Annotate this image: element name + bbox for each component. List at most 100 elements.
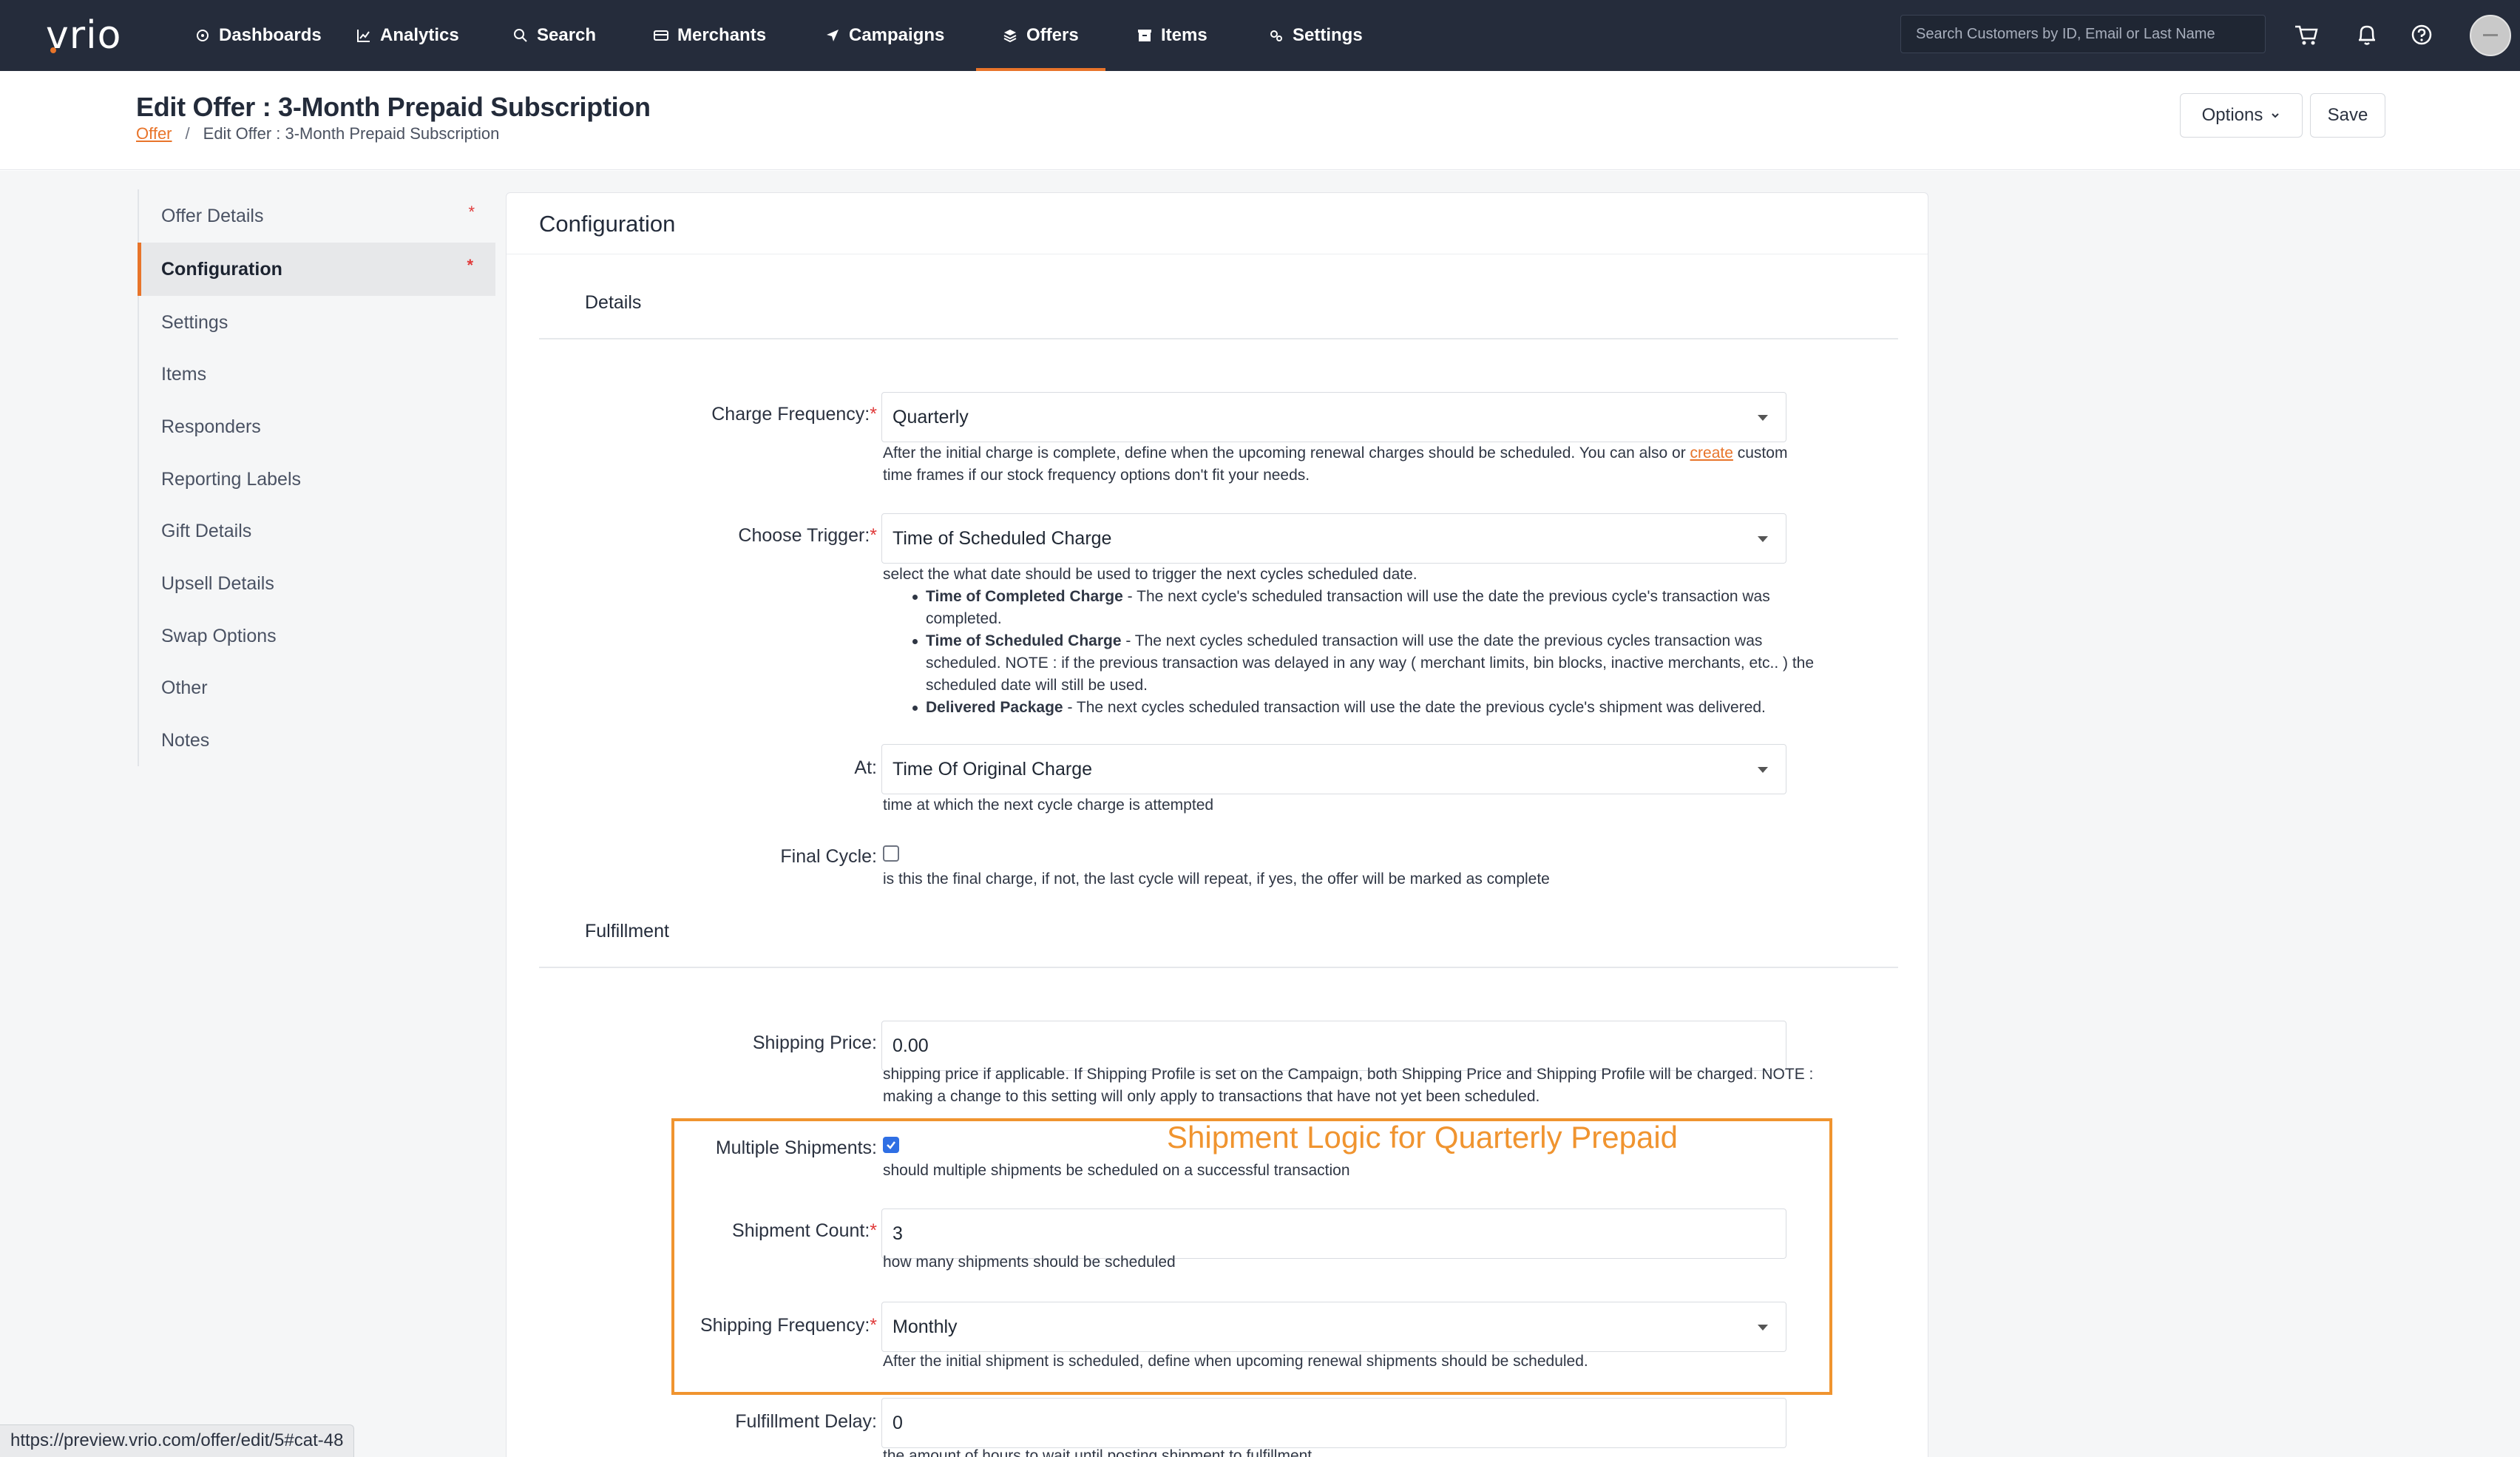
breadcrumb-current: Edit Offer : 3-Month Prepaid Subscriptio… [203, 124, 500, 143]
final-cycle-label: Final Cycle: [780, 846, 877, 867]
layers-icon [1003, 30, 1017, 43]
gears-icon [1270, 30, 1282, 41]
sidebar-item-label: Settings [161, 311, 228, 333]
nav-dashboards[interactable]: Dashboards [195, 0, 322, 71]
nav-search-label: Search [537, 25, 597, 45]
save-button[interactable]: Save [2310, 93, 2385, 138]
sidebar-item-label: Gift Details [161, 520, 252, 541]
nav-offers[interactable]: Offers [976, 0, 1105, 71]
create-frequency-link[interactable]: create [1690, 444, 1733, 462]
choose-trigger-select[interactable]: Time of Scheduled Charge [881, 513, 1786, 564]
caret-down-icon [1758, 536, 1768, 542]
bell-icon[interactable] [2353, 21, 2381, 49]
nav-campaigns[interactable]: Campaigns [825, 0, 944, 71]
final-cycle-checkbox[interactable] [883, 845, 899, 862]
shipping-frequency-select[interactable]: Monthly [881, 1302, 1786, 1352]
choose-trigger-value: Time of Scheduled Charge [892, 527, 1112, 549]
sidebar-item-label: Notes [161, 729, 210, 751]
sidebar-item-label: Reporting Labels [161, 468, 302, 490]
sidebar-item-swap-options[interactable]: Swap Options [139, 609, 497, 663]
breadcrumb-offer-link[interactable]: Offer [136, 124, 172, 143]
divider [539, 338, 1898, 339]
multiple-shipments-help: should multiple shipments be scheduled o… [883, 1162, 1350, 1179]
required-marker: * [468, 203, 475, 221]
nav-items-label: Items [1161, 25, 1208, 45]
nav-offers-label: Offers [1026, 25, 1079, 45]
sidebar-item-other[interactable]: Other [139, 661, 497, 714]
fulfillment-section-title: Fulfillment [585, 921, 669, 942]
nav-merchants-label: Merchants [677, 25, 767, 45]
shipping-frequency-value: Monthly [892, 1316, 958, 1337]
fulfillment-delay-value: 0 [892, 1412, 903, 1433]
shipment-count-value: 3 [892, 1223, 903, 1244]
trigger-options-list: Time of Completed Charge - The next cycl… [883, 586, 1911, 719]
nav-analytics-label: Analytics [380, 25, 459, 45]
page-header: Edit Offer : 3-Month Prepaid Subscriptio… [0, 71, 2520, 170]
charge-frequency-label: Charge Frequency:* [711, 404, 877, 425]
annotation-caption: Shipment Logic for Quarterly Prepaid [1167, 1120, 1679, 1155]
fulfillment-delay-input[interactable]: 0 [881, 1398, 1786, 1448]
shipment-count-help: how many shipments should be scheduled [883, 1254, 1176, 1271]
save-button-label: Save [2327, 105, 2368, 125]
offer-sidebar: Offer Details * Configuration * Settings… [138, 189, 495, 766]
choose-trigger-help: select the what date should be used to t… [883, 566, 1418, 583]
breadcrumb: Offer / Edit Offer : 3-Month Prepaid Sub… [136, 124, 499, 143]
checkmark-icon [887, 1141, 895, 1149]
panel-title: Configuration [539, 211, 676, 237]
list-item: Delivered Package - The next cycles sche… [883, 697, 1911, 719]
multiple-shipments-checkbox[interactable] [883, 1137, 899, 1153]
nav-campaigns-label: Campaigns [849, 25, 945, 45]
caret-down-icon [1758, 767, 1768, 773]
search-icon [514, 29, 527, 42]
sidebar-item-offer-details[interactable]: Offer Details * [139, 189, 497, 243]
sidebar-item-configuration[interactable]: Configuration * [138, 243, 495, 296]
chart-line-icon [357, 30, 370, 42]
sidebar-item-label: Offer Details [161, 205, 264, 226]
charge-frequency-help: After the initial charge is complete, de… [883, 444, 1788, 484]
nav-merchants[interactable]: Merchants [654, 0, 766, 71]
logo-dot [50, 47, 56, 53]
required-marker: * [467, 256, 473, 274]
fulfillment-delay-help: the amount of hours to wait until postin… [883, 1447, 1312, 1457]
sidebar-item-items[interactable]: Items [139, 348, 497, 401]
final-cycle-help: is this the final charge, if not, the la… [883, 871, 1550, 888]
status-bar-url: https://preview.vrio.com/offer/edit/5#ca… [0, 1424, 355, 1457]
caret-down-icon [1758, 1325, 1768, 1331]
nav-analytics[interactable]: Analytics [356, 0, 459, 71]
user-avatar[interactable] [2470, 15, 2511, 56]
sidebar-item-label: Configuration [161, 258, 282, 280]
breadcrumb-separator: / [185, 124, 190, 143]
options-button[interactable]: Options [2180, 93, 2303, 138]
nav-settings[interactable]: Settings [1269, 0, 1363, 71]
paper-plane-icon [827, 30, 839, 41]
shipping-price-help: shipping price if applicable. If Shippin… [883, 1066, 1814, 1105]
shipping-price-value: 0.00 [892, 1035, 929, 1056]
divider [539, 967, 1898, 968]
at-help: time at which the next cycle charge is a… [883, 797, 1214, 814]
at-label: At: [854, 757, 877, 778]
nav-search[interactable]: Search [513, 0, 596, 71]
list-item: Time of Scheduled Charge - The next cycl… [883, 630, 1911, 697]
dashboard-icon [197, 30, 209, 41]
cart-icon[interactable] [2292, 21, 2320, 49]
at-time-select[interactable]: Time Of Original Charge [881, 744, 1786, 794]
sidebar-item-reporting-labels[interactable]: Reporting Labels [139, 453, 497, 506]
shipment-count-label: Shipment Count:* [732, 1220, 877, 1241]
vrio-logo[interactable]: vrio [46, 15, 121, 56]
sidebar-item-label: Responders [161, 416, 261, 437]
logo-text: vrio [46, 13, 122, 58]
nav-items[interactable]: Items [1137, 0, 1208, 71]
chevron-down-icon [2272, 113, 2280, 118]
top-navbar: vrio Dashboards Analytics Search Merchan… [0, 0, 2520, 71]
nav-dashboards-label: Dashboards [219, 25, 322, 45]
page-title: Edit Offer : 3-Month Prepaid Subscriptio… [136, 92, 651, 122]
customer-search-input[interactable]: Search Customers by ID, Email or Last Na… [1900, 15, 2266, 53]
sidebar-item-settings[interactable]: Settings [139, 296, 497, 349]
nav-settings-label: Settings [1293, 25, 1363, 45]
sidebar-item-upsell-details[interactable]: Upsell Details [139, 557, 497, 610]
credit-card-icon [654, 30, 668, 41]
charge-frequency-select[interactable]: Quarterly [881, 392, 1786, 442]
help-icon[interactable] [2408, 21, 2436, 49]
charge-frequency-value: Quarterly [892, 406, 969, 427]
sidebar-item-label: Other [161, 677, 208, 698]
